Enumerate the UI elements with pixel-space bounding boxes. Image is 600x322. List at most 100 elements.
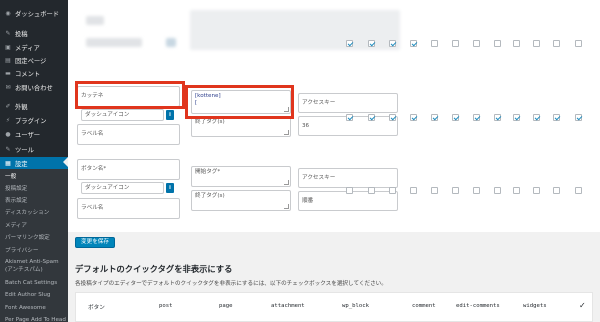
post-type-checkbox[interactable] [410, 40, 417, 47]
mail-icon: ✉ [5, 84, 11, 91]
table-header-post: post [159, 303, 173, 309]
sidebar-item[interactable]: ✉ お問い合わせ [0, 81, 68, 94]
sidebar-item-label: ダッシュボード [15, 11, 60, 18]
post-type-checkbox[interactable] [575, 187, 582, 194]
button-name-field[interactable]: ボタン名* [77, 159, 180, 180]
order-field[interactable]: 順番 [298, 191, 398, 211]
post-type-checkbox[interactable] [553, 40, 560, 47]
submenu-item[interactable]: (アンチスパム) [5, 267, 43, 274]
post-type-checkbox[interactable] [410, 187, 417, 194]
blurred-text [166, 38, 176, 47]
save-changes-button[interactable]: 変更を保存 [75, 237, 115, 248]
submenu-item[interactable]: 一般 [5, 174, 16, 181]
sidebar-item-label: 外観 [15, 104, 28, 111]
settings-submenu: 一般投稿設定表示設定ディスカッション メディアパーマリンク設定 プライバシー Akis… [0, 169, 68, 322]
submenu-item[interactable]: Font Awesome [5, 305, 46, 312]
post-type-checkbox[interactable] [533, 187, 540, 194]
sidebar-item[interactable]: ✎ ツール [0, 143, 68, 156]
access-key-field[interactable]: アクセスキー [298, 93, 398, 113]
access-key-field[interactable]: アクセスキー [298, 168, 398, 188]
post-type-checkbox[interactable] [513, 114, 520, 121]
media-icon: ▣ [5, 44, 11, 51]
section-title: デフォルトのクイックタグを非表示にする [75, 264, 233, 274]
post-type-checkbox[interactable] [473, 187, 480, 194]
post-type-checkbox[interactable] [368, 187, 375, 194]
submenu-item[interactable]: Per Page Add To Head [5, 317, 66, 322]
sidebar-item-label: プラグイン [15, 118, 47, 125]
settings-panel: カッテネ ダッシュアイコン i ラベル名 [kottene] [ 終了タグ(s)… [68, 0, 600, 232]
post-type-checkbox[interactable] [473, 114, 480, 121]
blurred-text [86, 16, 104, 25]
sidebar-item-label: 固定ページ [15, 58, 47, 65]
post-type-checkbox[interactable] [346, 40, 353, 47]
submenu-item[interactable]: プライバシー [5, 248, 38, 255]
dashicon-field[interactable]: ダッシュアイコン [81, 182, 164, 194]
post-type-checkbox[interactable] [494, 40, 501, 47]
label-name-field[interactable]: ラベル名 [77, 124, 180, 145]
label-name-field[interactable]: ラベル名 [77, 198, 180, 219]
post-type-checkbox[interactable] [346, 114, 353, 121]
start-tag-field[interactable]: 開始タグ* [191, 166, 291, 187]
submenu-item[interactable]: Edit Author Slug [5, 292, 50, 299]
post-type-checkbox[interactable] [368, 114, 375, 121]
submenu-item[interactable]: 投稿設定 [5, 186, 27, 193]
post-type-checkbox[interactable] [553, 187, 560, 194]
sidebar-item[interactable]: ● ユーザー [0, 128, 68, 141]
post-type-checkbox[interactable] [575, 114, 582, 121]
submenu-item[interactable]: Batch Cat Settings [5, 280, 57, 287]
submenu-item[interactable]: メディア [5, 223, 27, 230]
post-type-checkbox[interactable] [346, 187, 353, 194]
table-header-attachment: attachment [271, 303, 305, 309]
post-type-checkbox[interactable] [431, 187, 438, 194]
post-type-checkbox[interactable] [410, 114, 417, 121]
post-type-checkbox[interactable] [575, 40, 582, 47]
table-header-button: ボタン [88, 305, 105, 311]
post-type-checkbox[interactable] [389, 40, 396, 47]
post-type-checkbox[interactable] [533, 40, 540, 47]
post-type-checkbox[interactable] [452, 187, 459, 194]
post-type-checkbox[interactable] [473, 40, 480, 47]
select-all-checkmark[interactable]: ✓ [579, 301, 586, 310]
post-type-checkbox[interactable] [389, 187, 396, 194]
post-type-checkbox[interactable] [553, 114, 560, 121]
sidebar-item[interactable]: ▣ メディア [0, 41, 68, 54]
dashicon-field[interactable]: ダッシュアイコン [81, 109, 164, 121]
sidebar-item[interactable]: ▤ 固定ページ [0, 54, 68, 67]
submenu-item[interactable]: ディスカッション [5, 210, 49, 217]
submenu-item[interactable]: 表示設定 [5, 198, 27, 205]
sidebar-item[interactable]: ✐ 外観 [0, 100, 68, 113]
post-type-checkbox[interactable] [494, 187, 501, 194]
post-type-checkbox[interactable] [533, 114, 540, 121]
post-type-checkbox[interactable] [494, 114, 501, 121]
end-tag-field[interactable]: 終了タグ(s) [191, 190, 291, 211]
sidebar-item[interactable]: ◉ ダッシュボード [0, 7, 68, 20]
blurred-text [86, 38, 142, 47]
sidebar-item[interactable]: ✎ 投稿 [0, 27, 68, 40]
post-type-checkbox[interactable] [513, 40, 520, 47]
info-icon[interactable]: i [166, 110, 174, 120]
table-header-wp-block: wp_block [342, 303, 369, 309]
submenu-item[interactable]: Akismet Anti-Spam [5, 259, 59, 266]
sidebar-item-label: お問い合わせ [15, 85, 53, 92]
post-type-checkbox[interactable] [431, 114, 438, 121]
post-type-checkbox[interactable] [513, 187, 520, 194]
table-header-page: page [219, 303, 233, 309]
post-type-checkbox[interactable] [452, 40, 459, 47]
settings-icon: ▦ [5, 160, 11, 167]
dashboard-icon: ◉ [5, 10, 11, 17]
main-content: カッテネ ダッシュアイコン i ラベル名 [kottene] [ 終了タグ(s)… [68, 0, 600, 322]
info-icon[interactable]: i [166, 183, 174, 193]
post-type-checkbox[interactable] [452, 114, 459, 121]
end-tag-field[interactable]: 終了タグ(s) [191, 116, 291, 137]
highlight-box [75, 81, 185, 109]
post-type-checkbox[interactable] [368, 40, 375, 47]
post-type-checkbox[interactable] [389, 114, 396, 121]
submenu-item[interactable]: パーマリンク設定 [5, 235, 50, 242]
sidebar-item-label: 設定 [15, 161, 28, 168]
post-type-checkbox[interactable] [431, 40, 438, 47]
sidebar-item-label: ツール [15, 147, 34, 154]
table-header-edit-comments: edit-comments [456, 303, 500, 309]
sidebar-item[interactable]: ▬ コメント [0, 67, 68, 80]
table-header-comment: comment [412, 303, 436, 309]
sidebar-item[interactable]: ⚡ プラグイン [0, 114, 68, 127]
